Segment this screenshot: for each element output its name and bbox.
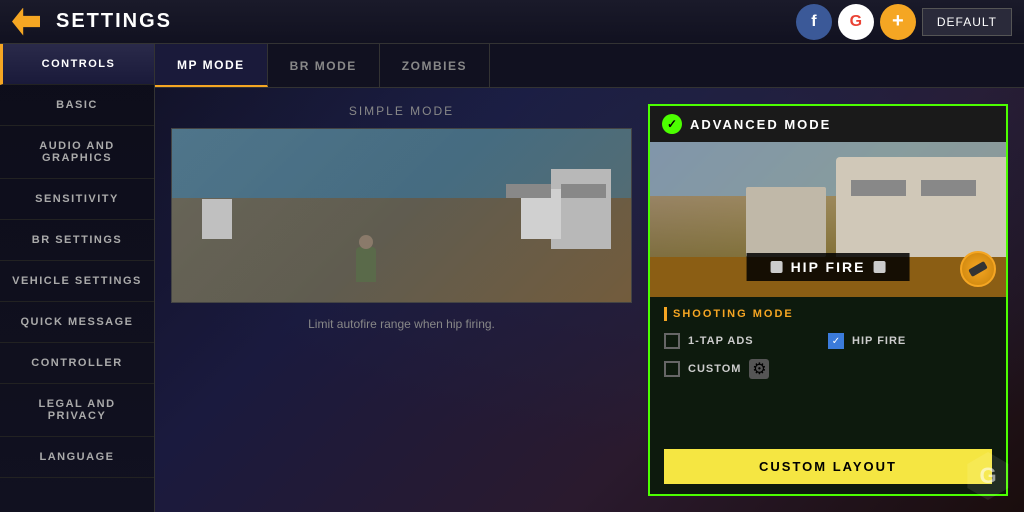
watermark-hex: G xyxy=(964,452,1012,500)
label-1tap-ads: 1-tap ADS xyxy=(688,335,754,347)
mode-tabs: MP MODE BR MODE ZOMBIES xyxy=(155,44,1024,88)
back-button[interactable]: SETTINGS xyxy=(12,8,172,36)
sidebar-item-legal-privacy[interactable]: LEGAL AND PRIVACY xyxy=(0,384,154,437)
option-1tap-ads: 1-tap ADS xyxy=(664,333,828,349)
modes-area: SIMPLE MODE Limit autofire range when hi… xyxy=(155,88,1024,512)
vent-1 xyxy=(561,184,606,198)
advanced-mode-preview: HIP FIRE xyxy=(650,142,1006,297)
section-title-row: SHOOTING MODE xyxy=(664,307,992,321)
sidebar-item-sensitivity[interactable]: SENSITIVITY xyxy=(0,179,154,220)
option-custom: CUSTOM ⚙ xyxy=(664,359,828,379)
hip-fire-indicator-right xyxy=(873,261,885,273)
check-icon: ✓ xyxy=(662,114,682,134)
adv-building-2 xyxy=(746,187,826,257)
label-custom: CUSTOM xyxy=(688,363,741,375)
sidebar-item-language[interactable]: LANGUAGE xyxy=(0,437,154,478)
default-button[interactable]: DEFAULT xyxy=(922,8,1012,36)
shooting-options: 1-tap ADS HIP FIRE CUSTOM ⚙ xyxy=(664,333,992,379)
simple-mode-panel: SIMPLE MODE Limit autofire range when hi… xyxy=(171,104,632,496)
header: SETTINGS f G + DEFAULT xyxy=(0,0,1024,44)
simple-mode-preview[interactable] xyxy=(171,128,632,303)
advanced-mode-panel[interactable]: ✓ ADVANCED MODE HIP FIRE xyxy=(648,104,1008,496)
checkbox-1tap-ads[interactable] xyxy=(664,333,680,349)
plus-button[interactable]: + xyxy=(880,4,916,40)
sidebar: CONTROLS BASIC AUDIO AND GRAPHICS SENSIT… xyxy=(0,44,155,512)
ammo-icon xyxy=(968,261,988,277)
sidebar-item-br-settings[interactable]: BR SETTINGS xyxy=(0,220,154,261)
sidebar-item-audio-graphics[interactable]: AUDIO AND GRAPHICS xyxy=(0,126,154,179)
shooting-mode-label: SHOOTING MODE xyxy=(673,308,794,320)
section-bar-icon xyxy=(664,307,667,321)
advanced-mode-header: ✓ ADVANCED MODE xyxy=(650,106,1006,142)
tab-mp-mode[interactable]: MP MODE xyxy=(155,44,268,87)
sidebar-item-basic[interactable]: BASIC xyxy=(0,85,154,126)
main-layout: CONTROLS BASIC AUDIO AND GRAPHICS SENSIT… xyxy=(0,44,1024,512)
tab-br-mode[interactable]: BR MODE xyxy=(268,44,380,87)
building-3 xyxy=(202,199,232,239)
content-area: MP MODE BR MODE ZOMBIES SIMPLE MODE Limi… xyxy=(155,44,1024,512)
hip-fire-indicator xyxy=(771,261,783,273)
simple-mode-label: SIMPLE MODE xyxy=(349,104,454,118)
header-actions: f G + DEFAULT xyxy=(796,4,1012,40)
hip-fire-banner: HIP FIRE xyxy=(747,253,910,281)
ammo-circle xyxy=(960,251,996,287)
vent-2 xyxy=(506,184,551,198)
simple-mode-description: Limit autofire range when hip firing. xyxy=(308,317,495,331)
facebook-button[interactable]: f xyxy=(796,4,832,40)
checkbox-custom[interactable] xyxy=(664,361,680,377)
google-button[interactable]: G xyxy=(838,4,874,40)
adv-vent-1 xyxy=(921,180,976,196)
sidebar-item-controller[interactable]: CONTROLLER xyxy=(0,343,154,384)
checkbox-hip-fire[interactable] xyxy=(828,333,844,349)
custom-layout-button[interactable]: CUSTOM LAYOUT xyxy=(664,449,992,484)
hip-fire-label: HIP FIRE xyxy=(791,259,866,275)
sidebar-item-quick-message[interactable]: QUICK MESSAGE xyxy=(0,302,154,343)
gear-icon[interactable]: ⚙ xyxy=(749,359,769,379)
adv-vent-2 xyxy=(851,180,906,196)
advanced-mode-title: ADVANCED MODE xyxy=(690,117,831,132)
back-arrow-icon xyxy=(12,8,40,36)
sidebar-item-controls[interactable]: CONTROLS xyxy=(0,44,154,85)
label-hip-fire: HIP FIRE xyxy=(852,335,906,347)
tab-zombies[interactable]: ZOMBIES xyxy=(380,44,490,87)
watermark-g-icon: G xyxy=(979,463,996,489)
shooting-mode-section: SHOOTING MODE 1-tap ADS HIP FIRE xyxy=(650,297,1006,439)
soldier-figure xyxy=(356,247,376,282)
option-hip-fire: HIP FIRE xyxy=(828,333,992,349)
page-title: SETTINGS xyxy=(56,10,172,33)
sidebar-item-vehicle-settings[interactable]: VEHICLE SETTINGS xyxy=(0,261,154,302)
watermark: G xyxy=(964,452,1012,500)
